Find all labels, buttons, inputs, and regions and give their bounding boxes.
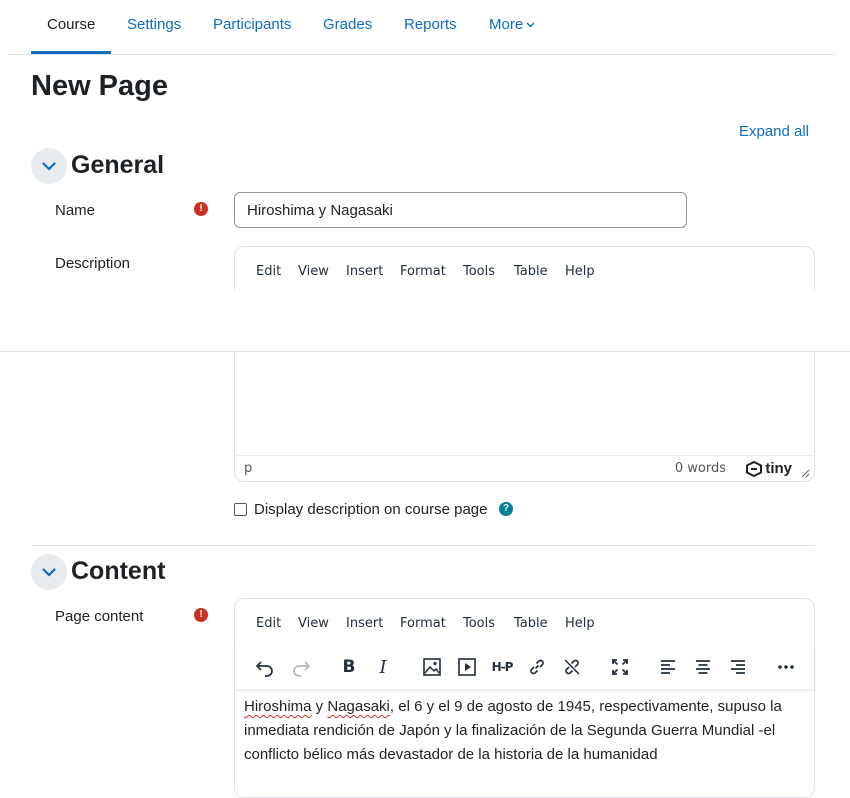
menu-edit[interactable]: Edit bbox=[256, 616, 281, 631]
page-title: New Page bbox=[31, 70, 168, 102]
general-collapse-toggle[interactable] bbox=[31, 148, 67, 184]
tiny-logo[interactable]: tiny bbox=[745, 460, 792, 477]
chevron-down-icon bbox=[526, 22, 535, 28]
align-center-icon[interactable] bbox=[689, 653, 717, 681]
menu-tools[interactable]: Tools bbox=[463, 616, 495, 631]
tiny-logo-icon bbox=[746, 460, 763, 477]
page-content-text[interactable]: Hiroshima y Nagasaki, el 6 y el 9 de ago… bbox=[244, 695, 809, 767]
display-description-label[interactable]: Display description on course page bbox=[254, 501, 487, 518]
page-separator bbox=[0, 290, 850, 352]
redo-icon[interactable] bbox=[287, 653, 315, 681]
tiny-logo-text: tiny bbox=[765, 460, 792, 477]
description-label: Description bbox=[55, 255, 131, 272]
name-label: Name bbox=[55, 202, 96, 219]
name-input[interactable] bbox=[234, 192, 687, 228]
content-text-fragment: y bbox=[311, 698, 328, 715]
menu-help[interactable]: Help bbox=[565, 264, 595, 279]
chevron-down-icon bbox=[42, 567, 56, 577]
page-content-label: Page content bbox=[55, 608, 144, 625]
fullscreen-icon[interactable] bbox=[606, 653, 634, 681]
tab-participants[interactable]: Participants bbox=[213, 16, 291, 33]
italic-icon[interactable]: I bbox=[369, 653, 397, 681]
misspelled-word: Hiroshima bbox=[244, 698, 312, 715]
menu-format[interactable]: Format bbox=[400, 264, 446, 279]
menu-tools[interactable]: Tools bbox=[463, 264, 495, 279]
menu-edit[interactable]: Edit bbox=[256, 264, 281, 279]
unlink-icon[interactable] bbox=[558, 653, 586, 681]
menu-help[interactable]: Help bbox=[565, 616, 595, 631]
tab-more-label: More bbox=[489, 16, 524, 33]
editor-toolbar: B I H-P bbox=[235, 645, 814, 689]
content-section-title: Content bbox=[71, 557, 166, 585]
menu-view[interactable]: View bbox=[298, 264, 329, 279]
menu-table[interactable]: Table bbox=[514, 264, 548, 279]
tab-settings[interactable]: Settings bbox=[127, 16, 181, 33]
h5p-icon[interactable]: H-P bbox=[488, 653, 516, 681]
bold-icon[interactable]: B bbox=[335, 653, 363, 681]
more-icon[interactable] bbox=[772, 653, 800, 681]
tab-grades[interactable]: Grades bbox=[323, 16, 372, 33]
menu-insert[interactable]: Insert bbox=[346, 264, 383, 279]
tab-more[interactable]: More bbox=[489, 16, 535, 33]
link-icon[interactable] bbox=[523, 653, 551, 681]
word-count[interactable]: 0 words bbox=[675, 461, 726, 476]
misspelled-word: Nagasaki bbox=[327, 698, 390, 715]
undo-icon[interactable] bbox=[251, 653, 279, 681]
media-icon[interactable] bbox=[453, 653, 481, 681]
expand-all-link[interactable]: Expand all bbox=[739, 123, 809, 140]
chevron-down-icon bbox=[42, 161, 56, 171]
general-section-title: General bbox=[71, 151, 165, 179]
menu-table[interactable]: Table bbox=[514, 616, 548, 631]
help-icon[interactable]: ? bbox=[499, 502, 513, 516]
align-right-icon[interactable] bbox=[724, 653, 752, 681]
section-divider bbox=[31, 545, 815, 546]
active-tab-indicator bbox=[31, 51, 111, 54]
align-left-icon[interactable] bbox=[654, 653, 682, 681]
required-icon: ! bbox=[194, 202, 208, 216]
image-icon[interactable] bbox=[418, 653, 446, 681]
menu-insert[interactable]: Insert bbox=[346, 616, 383, 631]
content-collapse-toggle[interactable] bbox=[31, 554, 67, 590]
required-icon: ! bbox=[194, 608, 208, 622]
resize-handle-icon[interactable] bbox=[801, 469, 810, 478]
display-description-checkbox[interactable] bbox=[234, 503, 247, 516]
secondary-navigation: Course Settings Participants Grades Repo… bbox=[8, 0, 836, 55]
menu-format[interactable]: Format bbox=[400, 616, 446, 631]
element-path[interactable]: p bbox=[244, 461, 252, 476]
menu-view[interactable]: View bbox=[298, 616, 329, 631]
description-editor[interactable]: Edit View Insert Format Tools Table Help… bbox=[234, 246, 815, 482]
page-content-editor[interactable]: Edit View Insert Format Tools Table Help… bbox=[234, 598, 815, 798]
tab-reports[interactable]: Reports bbox=[404, 16, 457, 33]
editor-statusbar: p 0 words tiny bbox=[235, 455, 814, 481]
tab-course[interactable]: Course bbox=[47, 16, 95, 33]
